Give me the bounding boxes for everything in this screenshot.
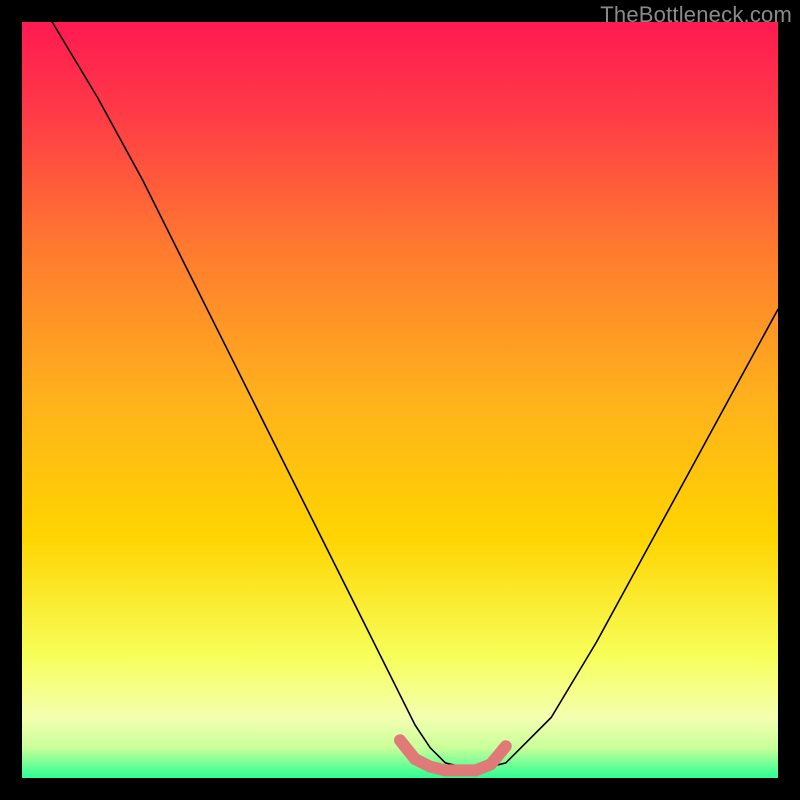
gradient-bg	[22, 22, 778, 778]
chart-frame: TheBottleneck.com	[0, 0, 800, 800]
chart-svg	[22, 22, 778, 778]
chart-plot-area	[22, 22, 778, 778]
watermark-text: TheBottleneck.com	[600, 2, 792, 28]
